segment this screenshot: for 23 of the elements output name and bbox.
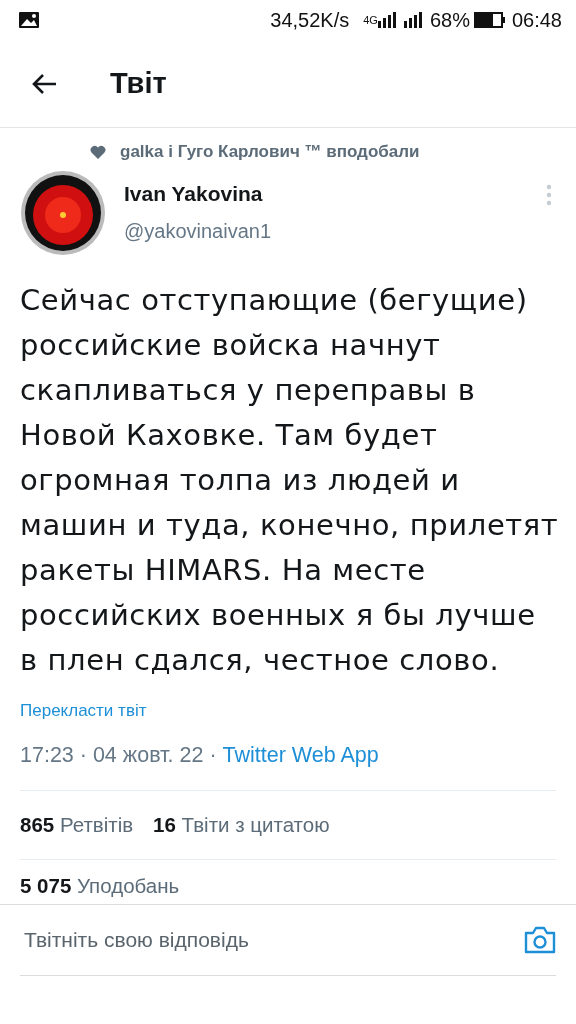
author-handle[interactable]: @yakovinaivan1: [124, 220, 542, 243]
battery-percent: 68%: [429, 8, 470, 32]
tweet-text: Сейчас отступающие (бегущие) российские войска начнут скапливаться у переправы в Новой Каховке. Там будет огромная толпа из людей и машин и туда, конечно, прилетят ракеты HIMARS. На месте российских военных я бы лучше в плен сдался, честное слово.: [20, 282, 560, 679]
stat-count[interactable]: 16 Твіти з цитатою: [153, 813, 330, 837]
liked-by-text: galka і Гуго Карлович ™ вподобали: [120, 142, 420, 162]
signal-icon: [403, 12, 424, 28]
page-title: Твіт: [110, 67, 167, 100]
clock: 06:48: [511, 8, 562, 32]
battery-icon: [473, 12, 506, 28]
likes-count[interactable]: 5 075 Уподобань: [20, 874, 180, 898]
avatar[interactable]: [20, 170, 106, 256]
camera-button[interactable]: [524, 926, 556, 954]
source-link[interactable]: Twitter Web App: [222, 743, 379, 768]
network-speed: 34,52K/s: [270, 8, 350, 32]
network-type: 4G: [363, 14, 378, 26]
heart-icon: [90, 145, 106, 159]
signal-icon: [377, 12, 398, 28]
translate-link[interactable]: Перекласти твіт: [20, 701, 147, 721]
image-icon: [18, 11, 40, 29]
tweet-timestamp: 17:23 · 04 жовт. 22 ·: [20, 743, 218, 768]
author-name[interactable]: Ivan Yakovina: [124, 182, 542, 206]
stat-count[interactable]: 865 Ретвітів: [20, 813, 134, 837]
back-button[interactable]: [30, 71, 58, 96]
